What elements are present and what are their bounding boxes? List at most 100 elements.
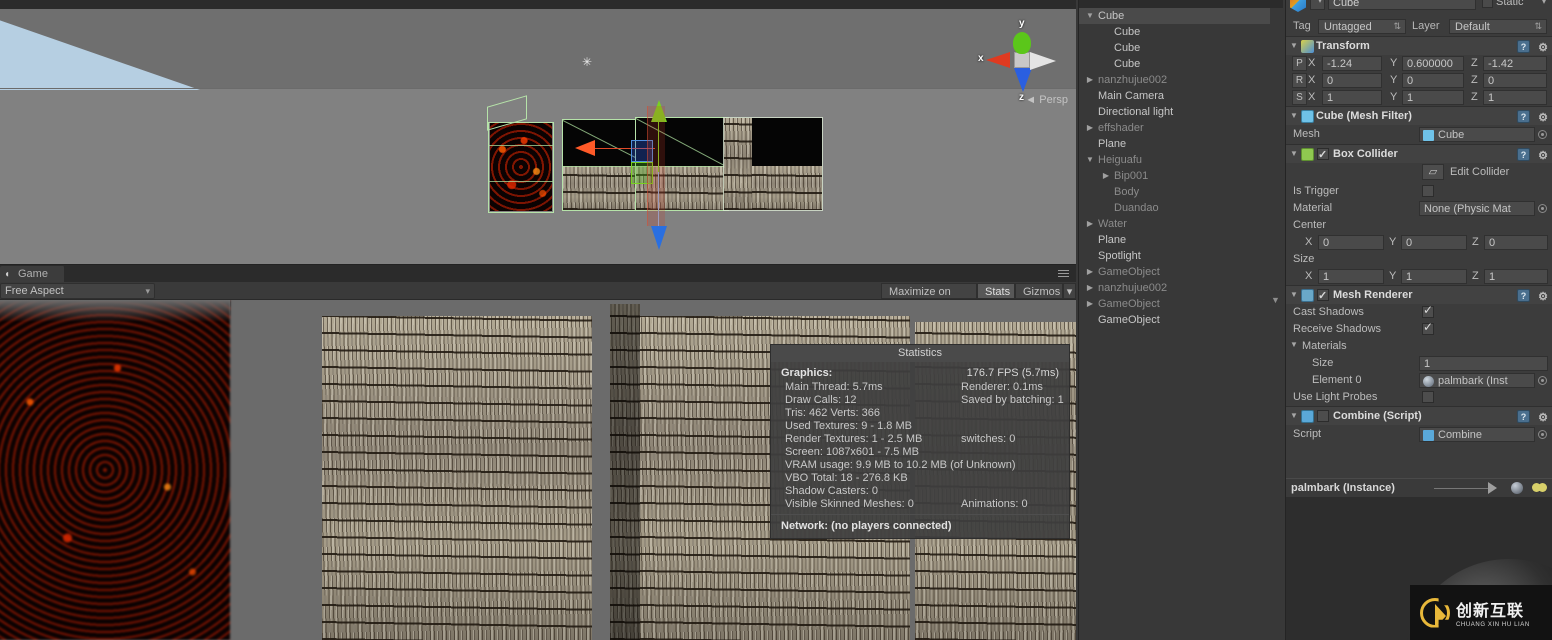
hierarchy-item-duandao[interactable]: Duandao: [1079, 200, 1270, 216]
orientation-gizmo-negx-cone[interactable]: [1030, 52, 1056, 70]
preview-light-icon[interactable]: [1532, 483, 1548, 493]
hierarchy-item-water[interactable]: ▶Water: [1079, 216, 1270, 232]
foldout-closed-icon[interactable]: ▶: [1101, 168, 1111, 184]
orientation-gizmo-y-cone[interactable]: [1013, 32, 1031, 54]
element0-picker-icon[interactable]: [1538, 376, 1547, 385]
combine-script-header[interactable]: ▼ Combine (Script) ? ⚙: [1286, 407, 1552, 425]
foldout-arrow-icon[interactable]: ▼: [1290, 407, 1300, 425]
hierarchy-item-effshader[interactable]: ▶effshader: [1079, 120, 1270, 136]
hierarchy-item-main-camera[interactable]: Main Camera: [1079, 88, 1270, 104]
help-icon[interactable]: ?: [1517, 40, 1530, 53]
transform-s-button[interactable]: S: [1292, 90, 1307, 105]
play-icon[interactable]: [1488, 482, 1497, 494]
maximize-on-play-button[interactable]: Maximize on Play: [881, 283, 977, 299]
foldout-arrow-icon[interactable]: ▼: [1290, 37, 1300, 55]
orientation-gizmo-center-cube[interactable]: [1014, 52, 1030, 68]
transform-p-z-field[interactable]: -1.42: [1483, 56, 1547, 71]
hierarchy-item-gameobject[interactable]: ▶GameObject: [1079, 296, 1270, 312]
game-panel[interactable]: ◖ Game Free Aspect ▾ Maximize on Play St…: [0, 264, 1076, 640]
gizmo-plane-handle-yz[interactable]: [647, 106, 665, 226]
scene-view[interactable]: ✳: [0, 0, 1076, 264]
box-collider-header[interactable]: ▼ Box Collider ? ⚙: [1286, 145, 1552, 163]
physic-material-field[interactable]: None (Physic Mat: [1419, 201, 1535, 216]
stats-toggle-button[interactable]: Stats: [977, 283, 1015, 299]
help-icon[interactable]: ?: [1517, 148, 1530, 161]
scene-projection-mode[interactable]: ◄ Persp: [1025, 94, 1068, 106]
transform-r-z-field[interactable]: 0: [1483, 73, 1547, 88]
hierarchy-panel[interactable]: ▼CubeCubeCubeCube▶nanzhujue002Main Camer…: [1078, 0, 1283, 640]
inspector-panel[interactable]: ▾ Cube Static ▾ Tag Untagged ⇅ Layer Def…: [1285, 0, 1552, 640]
foldout-closed-icon[interactable]: ▶: [1085, 264, 1095, 280]
gizmos-dropdown-caret[interactable]: ▾: [1063, 283, 1076, 299]
hierarchy-item-nanzhujue002[interactable]: ▶nanzhujue002: [1079, 280, 1270, 296]
game-render-output[interactable]: Statistics Graphics: 176.7 FPS (5.7ms) M…: [0, 300, 1076, 640]
combine-script-enabled-checkbox[interactable]: [1317, 410, 1329, 422]
hierarchy-item-plane[interactable]: Plane: [1079, 136, 1270, 152]
transform-r-x-field[interactable]: 0: [1322, 73, 1382, 88]
center-x-field[interactable]: 0: [1318, 235, 1384, 250]
transform-r-y-field[interactable]: 0: [1402, 73, 1464, 88]
foldout-closed-icon[interactable]: ▶: [1085, 120, 1095, 136]
orientation-gizmo-x-cone[interactable]: [986, 52, 1010, 68]
transform-s-y-field[interactable]: 1: [1402, 90, 1464, 105]
mesh-picker-icon[interactable]: [1538, 130, 1547, 139]
hierarchy-item-gameobject[interactable]: GameObject: [1079, 312, 1270, 328]
orientation-gizmo-z-cone[interactable]: [1014, 68, 1032, 92]
hierarchy-item-cube[interactable]: Cube: [1079, 40, 1270, 56]
static-toggle[interactable]: Static ▾: [1482, 0, 1548, 10]
foldout-arrow-icon[interactable]: ▼: [1290, 340, 1298, 349]
hierarchy-scroll-down-arrow[interactable]: ▼: [1271, 296, 1280, 305]
gizmo-z-axis-arrow[interactable]: [651, 226, 667, 250]
gizmos-button[interactable]: Gizmos: [1015, 283, 1063, 299]
materials-foldout-row[interactable]: Materials ▼: [1286, 338, 1552, 355]
is-trigger-checkbox[interactable]: [1422, 185, 1434, 197]
receive-shadows-checkbox[interactable]: [1422, 323, 1434, 335]
hierarchy-item-directional-light[interactable]: Directional light: [1079, 104, 1270, 120]
foldout-open-icon[interactable]: ▼: [1085, 8, 1095, 24]
transform-p-x-field[interactable]: -1.24: [1322, 56, 1382, 71]
hierarchy-item-cube[interactable]: ▼Cube: [1079, 8, 1270, 24]
hierarchy-item-body[interactable]: Body: [1079, 184, 1270, 200]
hierarchy-item-gameobject[interactable]: ▶GameObject: [1079, 264, 1270, 280]
hierarchy-empty-area[interactable]: [1079, 340, 1270, 640]
box-collider-enabled-checkbox[interactable]: [1317, 148, 1329, 160]
help-icon[interactable]: ?: [1517, 410, 1530, 423]
tag-dropdown[interactable]: Untagged ⇅: [1318, 19, 1406, 34]
center-y-field[interactable]: 0: [1401, 235, 1467, 250]
size-z-field[interactable]: 1: [1484, 269, 1548, 284]
use-light-probes-checkbox[interactable]: [1422, 391, 1434, 403]
hierarchy-item-cube[interactable]: Cube: [1079, 56, 1270, 72]
size-x-field[interactable]: 1: [1318, 269, 1384, 284]
scene-object-lava-cube[interactable]: [490, 123, 552, 211]
foldout-arrow-icon[interactable]: ▼: [1290, 145, 1300, 163]
mesh-object-field[interactable]: Cube: [1419, 127, 1535, 142]
mesh-filter-header[interactable]: ▼ Cube (Mesh Filter) ? ⚙: [1286, 107, 1552, 125]
hierarchy-item-cube[interactable]: Cube: [1079, 24, 1270, 40]
aspect-ratio-dropdown[interactable]: Free Aspect ▾: [0, 283, 155, 299]
script-object-field[interactable]: Combine: [1419, 427, 1535, 442]
foldout-arrow-icon[interactable]: ▼: [1290, 286, 1300, 304]
cast-shadows-checkbox[interactable]: [1422, 306, 1434, 318]
transform-p-y-field[interactable]: 0.600000: [1402, 56, 1464, 71]
static-checkbox[interactable]: [1482, 0, 1493, 8]
hierarchy-list[interactable]: ▼CubeCubeCubeCube▶nanzhujue002Main Camer…: [1079, 8, 1270, 340]
panel-options-icon[interactable]: [1056, 268, 1072, 280]
hierarchy-item-plane[interactable]: Plane: [1079, 232, 1270, 248]
gizmo-x-axis-arrow[interactable]: [575, 140, 595, 156]
hierarchy-item-bip001[interactable]: ▶Bip001: [1079, 168, 1270, 184]
materials-size-field[interactable]: 1: [1419, 356, 1548, 371]
physic-material-picker-icon[interactable]: [1538, 204, 1547, 213]
center-z-field[interactable]: 0: [1484, 235, 1548, 250]
script-picker-icon[interactable]: [1538, 430, 1547, 439]
help-icon[interactable]: ?: [1517, 289, 1530, 302]
mesh-renderer-header[interactable]: ▼ Mesh Renderer ? ⚙: [1286, 286, 1552, 304]
hierarchy-item-heiguafu[interactable]: ▼Heiguafu: [1079, 152, 1270, 168]
material-preview-header[interactable]: palmbark (Instance): [1286, 479, 1552, 497]
mesh-renderer-enabled-checkbox[interactable]: [1317, 289, 1329, 301]
transform-p-button[interactable]: P: [1292, 56, 1307, 71]
foldout-arrow-icon[interactable]: ▼: [1290, 107, 1300, 125]
element0-object-field[interactable]: palmbark (Inst: [1419, 373, 1535, 388]
tab-game[interactable]: ◖ Game: [0, 266, 65, 283]
layer-dropdown[interactable]: Default ⇅: [1449, 19, 1547, 34]
preview-drag-divider[interactable]: [1434, 488, 1492, 489]
